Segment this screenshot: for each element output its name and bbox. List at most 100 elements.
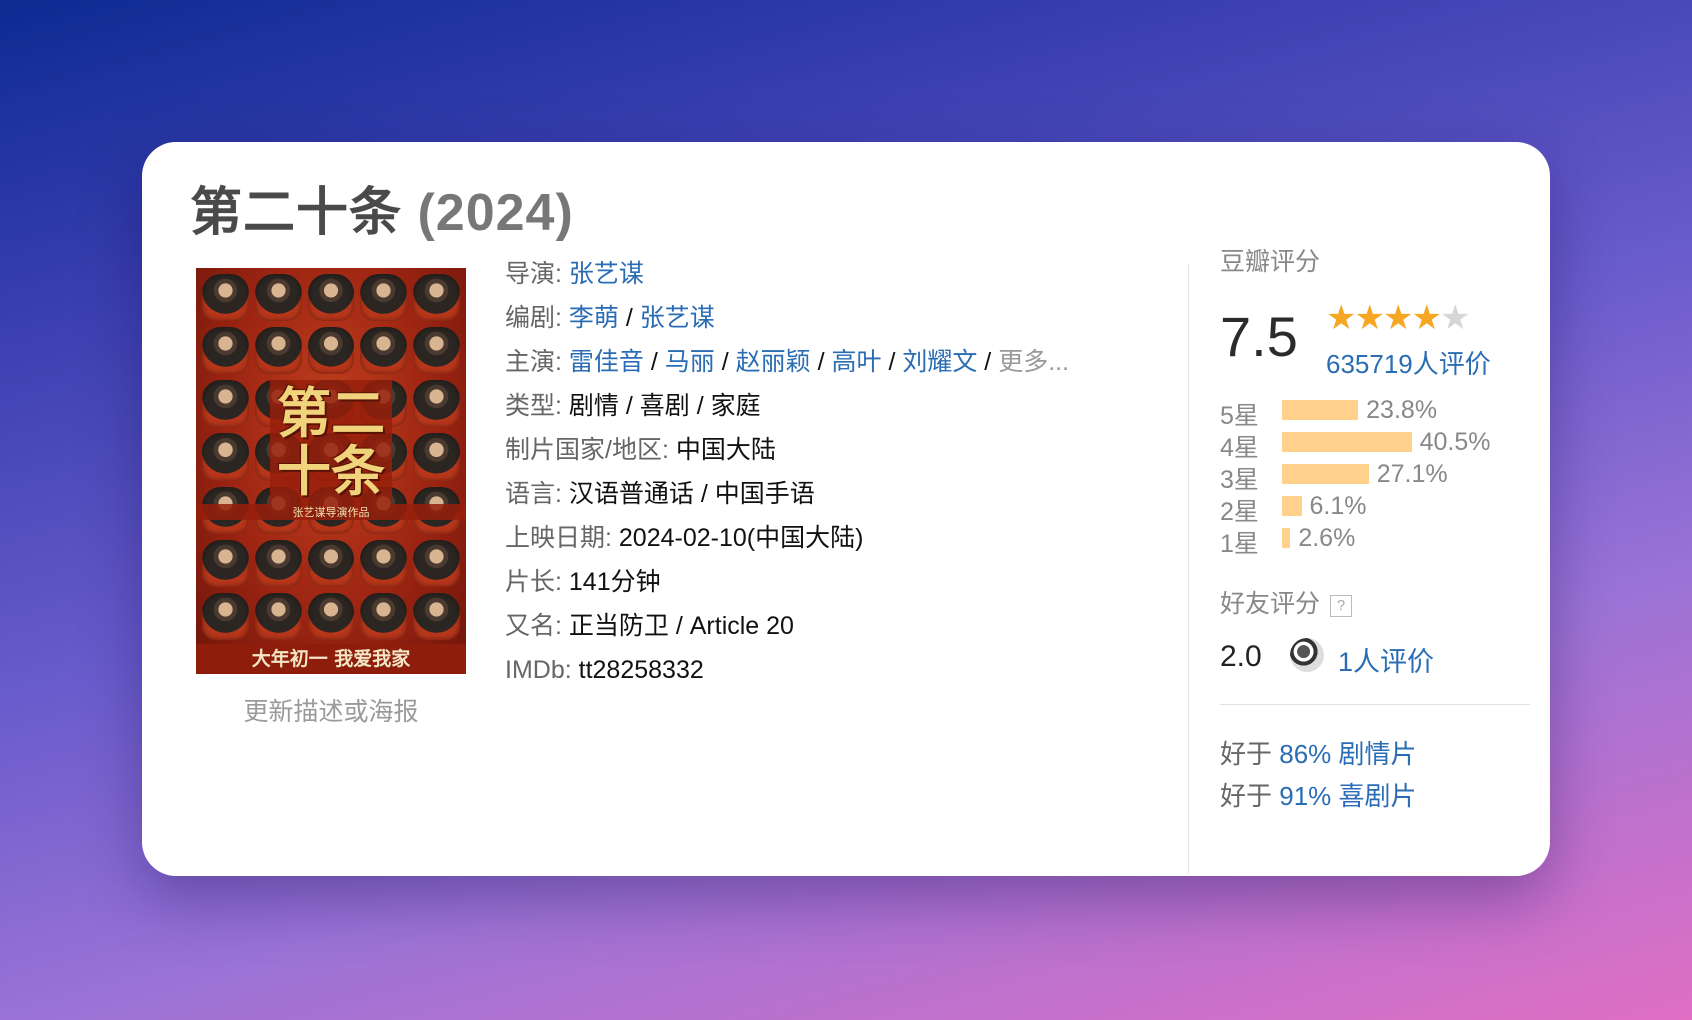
country-value: 中国大陆 [675,436,776,464]
better-prefix: 好于 [1220,739,1273,769]
rating-dist-row: 5星 23.8% [1220,396,1540,430]
friend-avatar-icon[interactable] [1290,638,1324,672]
poster-portrait [254,539,302,587]
dist-bar [1282,496,1302,516]
dist-star-label: 3星 [1220,466,1259,494]
director-link[interactable]: 张艺谋 [569,260,644,288]
dist-star-label: 5星 [1220,402,1259,430]
poster-portrait [307,274,355,322]
poster-portrait [202,539,249,587]
cast-link[interactable]: 高叶 [831,348,881,376]
rating-panel: 豆瓣评分 7.5 ★★★★★ 635719人评价 5星 23.8% 4星 40.5% 3… [1220,242,1540,817]
dist-bar [1282,464,1369,484]
movie-info: 导演: 张艺谋 编剧: 李萌 / 张艺谋 主演: 雷佳音 / 马丽 / 赵丽颖 … [505,252,1145,692]
poster-portrait [413,539,460,587]
writer-link[interactable]: 张艺谋 [640,304,715,332]
runtime-label: 片长: [505,568,562,596]
movie-card: 第二十条 (2024) 第二十条 张艺谋导演作品 大年初一 我爱我家 更新描述或… [142,142,1550,876]
country-label: 制片国家/地区: [505,436,669,464]
rating-dist-row: 1星 2.6% [1220,524,1540,558]
section-divider [1188,264,1189,874]
dist-percent: 2.6% [1298,524,1356,552]
cast-link[interactable]: 赵丽颖 [736,348,811,376]
poster-portrait [360,539,408,587]
info-aka: 又名: 正当防卫 / Article 20 [505,604,1145,648]
imdb-value: tt28258332 [578,656,704,684]
cast-more-link[interactable]: 更多... [998,348,1069,376]
runtime-value: 141分钟 [568,568,661,596]
dist-bar [1282,528,1291,548]
poster-portrait [413,433,460,481]
rating-header: 豆瓣评分 [1220,248,1321,276]
dist-star-label: 2星 [1220,498,1259,526]
dist-star-label: 4星 [1220,434,1259,462]
poster-portrait [360,327,408,375]
friend-rating-title: 好友评分 [1220,590,1321,618]
poster-portrait [413,274,460,322]
aka-value: 正当防卫 / Article 20 [568,612,794,640]
poster-portrait [202,380,249,428]
star-filled-icon: ★ [1411,299,1442,337]
better-than-link[interactable]: 86% 剧情片 [1279,739,1416,769]
better-prefix: 好于 [1220,781,1273,811]
info-imdb: IMDb: tt28258332 [505,648,1145,692]
dist-percent: 40.5% [1419,428,1491,456]
rating-distribution: 5星 23.8% 4星 40.5% 3星 27.1% 2星 6.1% 1星 2.6% [1220,396,1540,558]
poster-portrait [254,327,302,375]
cast-link[interactable]: 马丽 [665,348,715,376]
better-than-link[interactable]: 91% 喜剧片 [1279,781,1416,811]
rating-divider [1220,704,1530,705]
info-cast: 主演: 雷佳音 / 马丽 / 赵丽颖 / 高叶 / 刘耀文 / 更多... [505,348,1070,376]
movie-poster[interactable]: 第二十条 张艺谋导演作品 大年初一 我爱我家 [196,268,466,674]
cast-link[interactable]: 刘耀文 [902,348,977,376]
rating-score: 7.5 [1220,305,1298,368]
dist-percent: 6.1% [1309,492,1367,520]
star-filled-icon: ★ [1382,299,1414,337]
poster-portrait [413,592,460,640]
release-value: 2024-02-10(中国大陆) [618,524,864,552]
poster-portrait [360,274,408,322]
score-row: 7.5 ★★★★★ 635719人评价 [1220,282,1540,382]
poster-tagline: 大年初一 我爱我家 [196,644,466,674]
dist-percent: 23.8% [1366,396,1438,424]
poster-portrait [413,380,460,428]
genre-label: 类型: [505,392,562,420]
poster-portrait [360,592,408,640]
writer-link[interactable]: 李萌 [569,304,619,332]
poster-portrait [202,274,249,322]
better-than-row: 好于 86% 剧情片 [1220,733,1540,775]
rating-dist-row: 2星 6.1% [1220,492,1540,526]
poster-portrait [202,433,249,481]
movie-year: (2024) [417,184,574,242]
rating-count-link[interactable]: 635719人评价 [1326,344,1491,381]
info-genre: 类型: 剧情 / 喜剧 / 家庭 [505,384,1145,428]
star-filled-icon: ★ [1354,299,1385,337]
page-title: 第二十条 (2024) [190,170,574,245]
info-runtime: 片长: 141分钟 [505,560,1145,604]
friend-rating-row: 2.0 1人评价 [1220,628,1540,688]
genre-value: 剧情 / 喜剧 / 家庭 [568,392,761,420]
star-rating: ★★★★★ [1326,298,1470,338]
poster-portrait [307,327,355,375]
poster-portrait [413,327,460,375]
aka-label: 又名: [505,612,562,640]
info-language: 语言: 汉语普通话 / 中国手语 [505,472,1145,516]
rating-dist-row: 3星 27.1% [1220,460,1540,494]
update-description-link[interactable]: 更新描述或海报 [196,692,466,728]
director-label: 导演: [505,260,562,288]
language-label: 语言: [505,480,562,508]
info-writers: 编剧: 李萌 / 张艺谋 [505,304,715,332]
cast-label: 主演: [505,348,562,376]
writers-label: 编剧: [505,304,562,332]
cast-link[interactable]: 雷佳音 [569,348,644,376]
poster-portrait [307,592,355,640]
help-icon[interactable]: ? [1330,595,1353,617]
friend-score: 2.0 [1220,640,1262,673]
imdb-label: IMDb: [505,656,572,684]
movie-title: 第二十条 [190,184,403,242]
better-than: 好于 86% 剧情片 好于 91% 喜剧片 [1220,733,1540,817]
dist-star-label: 1星 [1220,530,1259,558]
friend-count-link[interactable]: 1人评价 [1338,640,1434,679]
star-filled-icon: ★ [1326,299,1357,337]
rating-dist-row: 4星 40.5% [1220,428,1540,462]
